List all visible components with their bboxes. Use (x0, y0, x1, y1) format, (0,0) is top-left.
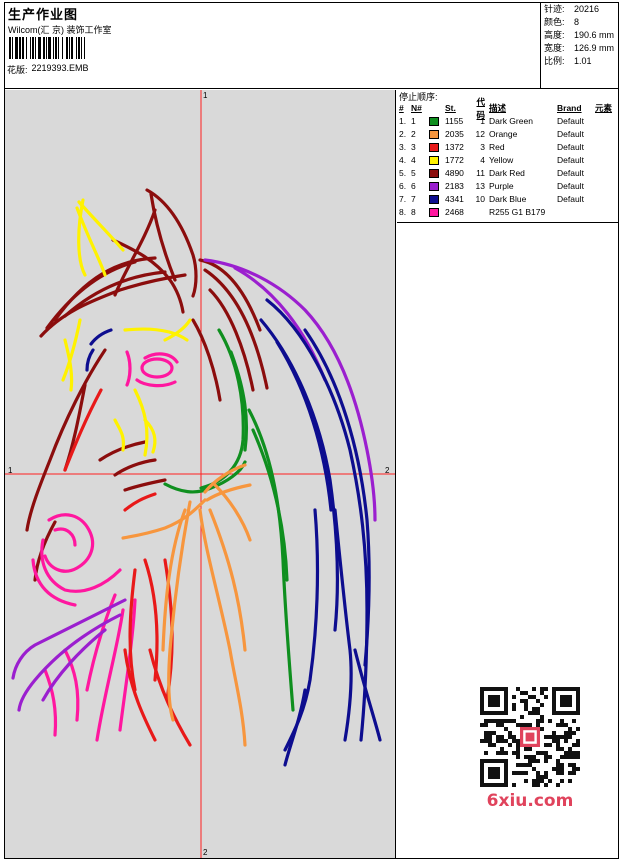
color-row: 2. 2 2035 12 Orange Default (399, 129, 584, 139)
stat-row: 颜色: 8 (544, 17, 580, 27)
stat-row: 高度: 190.6 mm (544, 30, 615, 40)
axis-label-bottom: 2 (203, 848, 208, 857)
color-swatch (429, 195, 439, 204)
color-swatch (429, 117, 439, 126)
production-sheet: 生产作业图 Wilcom(汇 京) 装饰工作室 花版: 2219393.EMB … (4, 2, 619, 859)
pattern-value: 2219393.EMB (31, 63, 89, 73)
color-table: # N# St. 代码 描述 Brand 元素 1. 1 1155 1 Dark Gre… (397, 96, 618, 219)
page-title: 生产作业图 (8, 7, 79, 22)
color-swatch (429, 182, 439, 191)
color-swatch (429, 208, 439, 217)
stat-row: 宽度: 126.9 mm (544, 43, 615, 53)
color-row: 7. 7 4341 10 Dark Blue Default (399, 194, 584, 204)
header-info: 生产作业图 Wilcom(汇 京) 装饰工作室 花版: 2219393.EMB (5, 3, 541, 89)
watermark: 6xiu.com (473, 683, 587, 811)
yellow-strokes (61, 198, 192, 457)
design-stats: 针迹: 20216 颜色: 8 高度: 190.6 mm 宽度: 126.9 mm 比例… (542, 3, 618, 89)
color-swatch (429, 156, 439, 165)
color-table-header: # N# St. 代码 描述 Brand 元素 (399, 96, 613, 120)
color-row: 6. 6 2183 13 Purple Default (399, 181, 584, 191)
color-row: 3. 3 1372 3 Red Default (399, 142, 584, 152)
color-swatch (429, 143, 439, 152)
pattern-file: 花版: 2219393.EMB (7, 63, 89, 76)
pattern-label: 花版: (7, 65, 28, 75)
barcode (9, 37, 143, 59)
color-sequence-panel: 停止顺序: # N# St. 代码 描述 Brand 元素 1. 1 1155 1 Da… (397, 90, 618, 858)
axis-label-right: 2 (385, 466, 390, 475)
purple-strokes (11, 258, 377, 712)
color-row: 5. 5 4890 11 Dark Red Default (399, 168, 584, 178)
color-rows: 1. 1 1155 1 Dark Green Default 2. 2 2035 12 Orange… (397, 115, 618, 219)
color-swatch (429, 130, 439, 139)
color-swatch (429, 169, 439, 178)
color-row: 1. 1 1155 1 Dark Green Default (399, 116, 584, 126)
axis-label-left: 1 (8, 466, 13, 475)
stat-row: 针迹: 20216 (544, 4, 600, 14)
color-row: 4. 4 1772 4 Yellow Default (399, 155, 584, 165)
header: 生产作业图 Wilcom(汇 京) 装饰工作室 花版: 2219393.EMB … (5, 3, 618, 89)
watermark-site: 6xiu.com (486, 791, 574, 811)
qr-code-icon (480, 687, 580, 787)
stat-row: 比例: 1.01 (544, 56, 592, 66)
panel-divider (397, 222, 618, 223)
color-row: 8. 8 2468 R255 G1 B179 (399, 207, 546, 217)
studio-name: Wilcom(汇 京) 装饰工作室 (8, 25, 112, 35)
axis-label-top: 1 (203, 91, 208, 100)
orange-strokes (121, 463, 252, 747)
horse-embroidery (5, 90, 395, 858)
design-preview: 1 1 2 2 (5, 90, 396, 858)
